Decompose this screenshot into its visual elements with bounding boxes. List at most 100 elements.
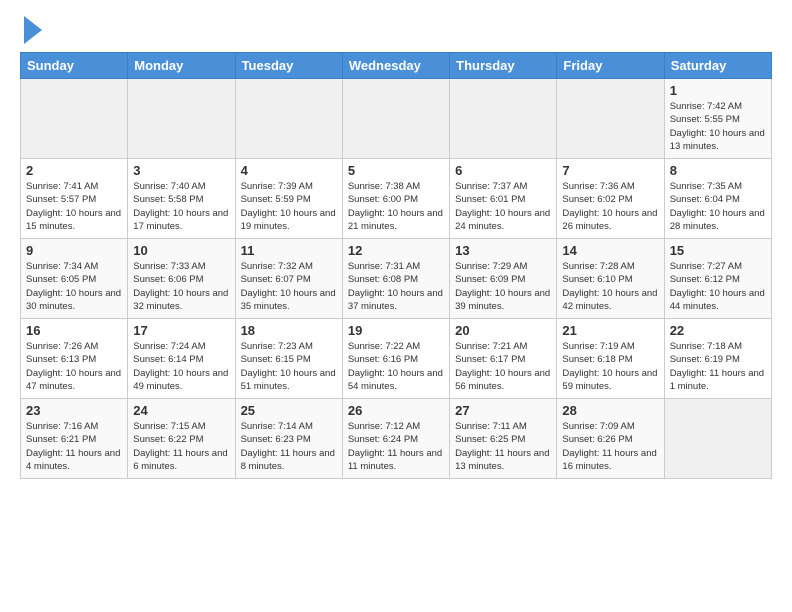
calendar-cell: 27 Sunrise: 7:11 AM Sunset: 6:25 PM Dayli… [450, 399, 557, 479]
calendar-cell: 12 Sunrise: 7:31 AM Sunset: 6:08 PM Dayli… [342, 239, 449, 319]
day-number: 19 [348, 323, 444, 338]
day-info: Sunrise: 7:16 AM Sunset: 6:21 PM Dayligh… [26, 420, 122, 473]
day-number: 22 [670, 323, 766, 338]
week-row-1: 1 Sunrise: 7:42 AM Sunset: 5:55 PM Daylig… [21, 79, 772, 159]
calendar-cell: 11 Sunrise: 7:32 AM Sunset: 6:07 PM Dayli… [235, 239, 342, 319]
day-number: 13 [455, 243, 551, 258]
calendar-cell: 1 Sunrise: 7:42 AM Sunset: 5:55 PM Daylig… [664, 79, 771, 159]
calendar-cell: 21 Sunrise: 7:19 AM Sunset: 6:18 PM Dayli… [557, 319, 664, 399]
week-row-3: 9 Sunrise: 7:34 AM Sunset: 6:05 PM Daylig… [21, 239, 772, 319]
weekday-header-saturday: Saturday [664, 53, 771, 79]
calendar-table: SundayMondayTuesdayWednesdayThursdayFrid… [20, 52, 772, 479]
day-number: 16 [26, 323, 122, 338]
day-number: 15 [670, 243, 766, 258]
day-info: Sunrise: 7:33 AM Sunset: 6:06 PM Dayligh… [133, 260, 229, 313]
calendar-cell [235, 79, 342, 159]
weekday-header-sunday: Sunday [21, 53, 128, 79]
weekday-header-friday: Friday [557, 53, 664, 79]
day-number: 4 [241, 163, 337, 178]
calendar-cell: 5 Sunrise: 7:38 AM Sunset: 6:00 PM Daylig… [342, 159, 449, 239]
day-info: Sunrise: 7:14 AM Sunset: 6:23 PM Dayligh… [241, 420, 337, 473]
calendar-cell: 13 Sunrise: 7:29 AM Sunset: 6:09 PM Dayli… [450, 239, 557, 319]
calendar-cell: 18 Sunrise: 7:23 AM Sunset: 6:15 PM Dayli… [235, 319, 342, 399]
calendar-cell [450, 79, 557, 159]
day-info: Sunrise: 7:24 AM Sunset: 6:14 PM Dayligh… [133, 340, 229, 393]
calendar-cell: 19 Sunrise: 7:22 AM Sunset: 6:16 PM Dayli… [342, 319, 449, 399]
day-info: Sunrise: 7:15 AM Sunset: 6:22 PM Dayligh… [133, 420, 229, 473]
week-row-2: 2 Sunrise: 7:41 AM Sunset: 5:57 PM Daylig… [21, 159, 772, 239]
day-info: Sunrise: 7:12 AM Sunset: 6:24 PM Dayligh… [348, 420, 444, 473]
day-number: 14 [562, 243, 658, 258]
day-info: Sunrise: 7:28 AM Sunset: 6:10 PM Dayligh… [562, 260, 658, 313]
day-info: Sunrise: 7:27 AM Sunset: 6:12 PM Dayligh… [670, 260, 766, 313]
day-number: 24 [133, 403, 229, 418]
calendar-cell: 6 Sunrise: 7:37 AM Sunset: 6:01 PM Daylig… [450, 159, 557, 239]
calendar-cell: 3Sunrise: 7:40 AM Sunset: 5:58 PM Daylig… [128, 159, 235, 239]
calendar-cell [21, 79, 128, 159]
calendar-cell: 10 Sunrise: 7:33 AM Sunset: 6:06 PM Dayli… [128, 239, 235, 319]
day-info: Sunrise: 7:18 AM Sunset: 6:19 PM Dayligh… [670, 340, 766, 393]
calendar-cell: 28 Sunrise: 7:09 AM Sunset: 6:26 PM Dayli… [557, 399, 664, 479]
calendar-cell: 24 Sunrise: 7:15 AM Sunset: 6:22 PM Dayli… [128, 399, 235, 479]
day-number: 23 [26, 403, 122, 418]
day-number: 20 [455, 323, 551, 338]
day-info: Sunrise: 7:35 AM Sunset: 6:04 PM Dayligh… [670, 180, 766, 233]
day-number: 7 [562, 163, 658, 178]
calendar-cell: 4 Sunrise: 7:39 AM Sunset: 5:59 PM Daylig… [235, 159, 342, 239]
page: SundayMondayTuesdayWednesdayThursdayFrid… [0, 0, 792, 612]
day-info: Sunrise: 7:21 AM Sunset: 6:17 PM Dayligh… [455, 340, 551, 393]
day-number: 25 [241, 403, 337, 418]
calendar-cell: 23 Sunrise: 7:16 AM Sunset: 6:21 PM Dayli… [21, 399, 128, 479]
day-info: Sunrise: 7:19 AM Sunset: 6:18 PM Dayligh… [562, 340, 658, 393]
day-info: Sunrise: 7:29 AM Sunset: 6:09 PM Dayligh… [455, 260, 551, 313]
calendar-cell: 7 Sunrise: 7:36 AM Sunset: 6:02 PM Daylig… [557, 159, 664, 239]
calendar-cell: 20 Sunrise: 7:21 AM Sunset: 6:17 PM Dayli… [450, 319, 557, 399]
day-info: Sunrise: 7:41 AM Sunset: 5:57 PM Dayligh… [26, 180, 122, 233]
calendar-cell: 2 Sunrise: 7:41 AM Sunset: 5:57 PM Daylig… [21, 159, 128, 239]
day-number: 5 [348, 163, 444, 178]
day-info: Sunrise: 7:32 AM Sunset: 6:07 PM Dayligh… [241, 260, 337, 313]
day-info: Sunrise: 7:09 AM Sunset: 6:26 PM Dayligh… [562, 420, 658, 473]
day-info: Sunrise: 7:11 AM Sunset: 6:25 PM Dayligh… [455, 420, 551, 473]
day-info: Sunrise: 7:26 AM Sunset: 6:13 PM Dayligh… [26, 340, 122, 393]
calendar-cell: 25 Sunrise: 7:14 AM Sunset: 6:23 PM Dayli… [235, 399, 342, 479]
weekday-header-tuesday: Tuesday [235, 53, 342, 79]
week-row-4: 16 Sunrise: 7:26 AM Sunset: 6:13 PM Dayli… [21, 319, 772, 399]
day-number: 1 [670, 83, 766, 98]
day-number: 21 [562, 323, 658, 338]
calendar-cell [664, 399, 771, 479]
day-info: Sunrise: 7:37 AM Sunset: 6:01 PM Dayligh… [455, 180, 551, 233]
day-info: Sunrise: 7:31 AM Sunset: 6:08 PM Dayligh… [348, 260, 444, 313]
week-row-5: 23 Sunrise: 7:16 AM Sunset: 6:21 PM Dayli… [21, 399, 772, 479]
day-info: Sunrise: 7:39 AM Sunset: 5:59 PM Dayligh… [241, 180, 337, 233]
calendar-cell: 9 Sunrise: 7:34 AM Sunset: 6:05 PM Daylig… [21, 239, 128, 319]
day-number: 28 [562, 403, 658, 418]
day-number: 18 [241, 323, 337, 338]
day-info: Sunrise: 7:34 AM Sunset: 6:05 PM Dayligh… [26, 260, 122, 313]
day-number: 6 [455, 163, 551, 178]
day-info: Sunrise: 7:38 AM Sunset: 6:00 PM Dayligh… [348, 180, 444, 233]
day-info: Sunrise: 7:36 AM Sunset: 6:02 PM Dayligh… [562, 180, 658, 233]
day-number: 17 [133, 323, 229, 338]
header [20, 16, 772, 44]
calendar-cell: 22 Sunrise: 7:18 AM Sunset: 6:19 PM Dayli… [664, 319, 771, 399]
weekday-header-thursday: Thursday [450, 53, 557, 79]
logo [20, 16, 42, 44]
day-number: 2 [26, 163, 122, 178]
day-number: 8 [670, 163, 766, 178]
day-number: 9 [26, 243, 122, 258]
calendar-cell [342, 79, 449, 159]
calendar-cell [557, 79, 664, 159]
day-number: 11 [241, 243, 337, 258]
day-info: Sunrise: 7:23 AM Sunset: 6:15 PM Dayligh… [241, 340, 337, 393]
day-number: 27 [455, 403, 551, 418]
calendar-cell: 26Sunrise: 7:12 AM Sunset: 6:24 PM Dayli… [342, 399, 449, 479]
weekday-header-wednesday: Wednesday [342, 53, 449, 79]
calendar-cell: 8 Sunrise: 7:35 AM Sunset: 6:04 PM Daylig… [664, 159, 771, 239]
day-number: 10 [133, 243, 229, 258]
weekday-header-monday: Monday [128, 53, 235, 79]
weekday-header-row: SundayMondayTuesdayWednesdayThursdayFrid… [21, 53, 772, 79]
day-info: Sunrise: 7:22 AM Sunset: 6:16 PM Dayligh… [348, 340, 444, 393]
day-info: Sunrise: 7:42 AM Sunset: 5:55 PM Dayligh… [670, 100, 766, 153]
day-number: 12 [348, 243, 444, 258]
